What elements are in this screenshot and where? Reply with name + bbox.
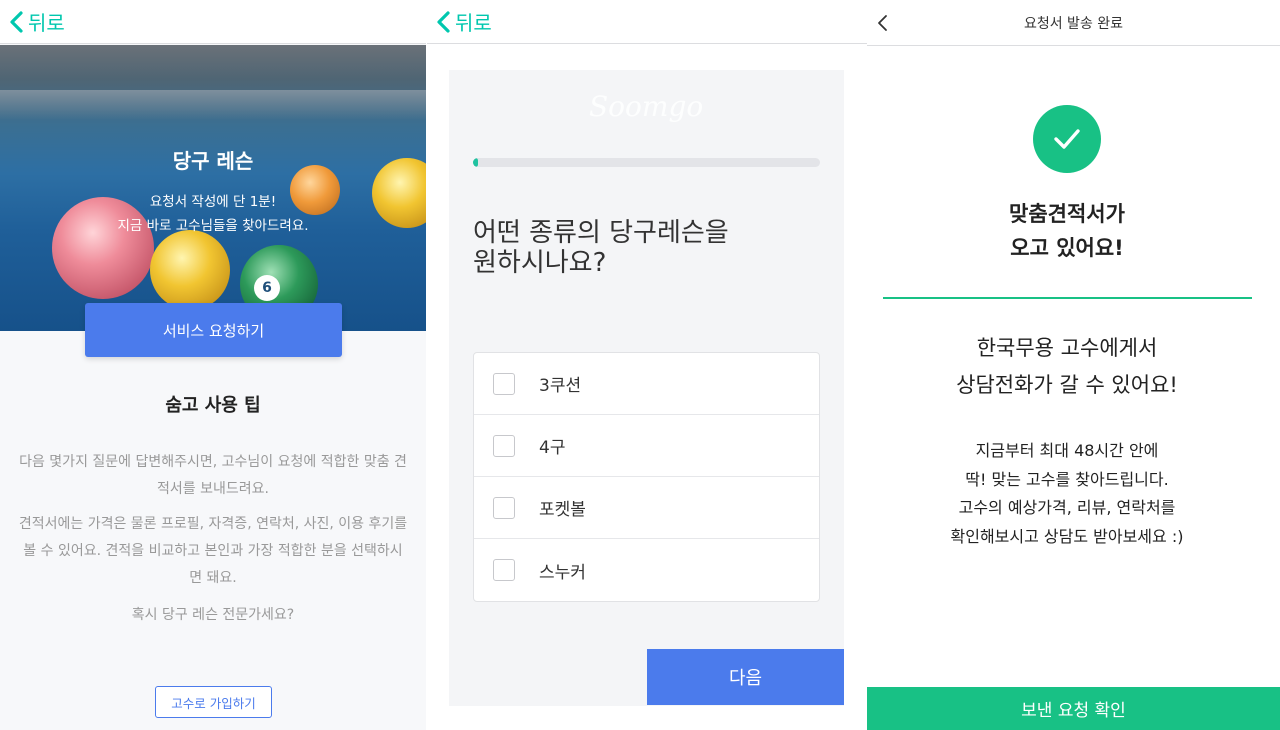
- chevron-left-icon: [437, 10, 450, 33]
- option-label: 4구: [539, 438, 566, 458]
- request-service-button[interactable]: 서비스 요청하기: [85, 303, 342, 357]
- next-button[interactable]: 다음: [647, 649, 844, 705]
- request-complete-screen: 요청서 발송 완료 맞춤견적서가 오고 있어요! 한국무용 고수에게서 상담전화…: [867, 0, 1280, 730]
- hero-subtitle-line: 요청서 작성에 단 1분!: [149, 194, 277, 210]
- notice-line: 상담전화가 갈 수 있어요!: [956, 373, 1178, 397]
- detail-text: 지금부터 최대 48시간 안에 딱! 맞는 고수를 찾아드립니다. 고수의 예상…: [867, 437, 1267, 551]
- question-screen: 뒤로 Soomgo 어떤 종류의 당구레슨을 원하시나요? 3쿠션 4구 포켓볼: [427, 0, 867, 730]
- option-row[interactable]: 포켓볼: [474, 477, 819, 539]
- option-label: 스누커: [539, 562, 586, 583]
- option-row[interactable]: 스누커: [474, 539, 819, 601]
- detail-line: 지금부터 최대 48시간 안에: [975, 441, 1159, 460]
- soomgo-watermark: Soomgo: [589, 90, 704, 123]
- checkbox[interactable]: [493, 372, 515, 395]
- done-title: 맞춤견적서가 오고 있어요!: [867, 197, 1267, 265]
- done-title-line: 오고 있어요!: [1010, 236, 1124, 260]
- pro-prompt: 혹시 당구 레슨 전문가세요?: [131, 607, 295, 623]
- notice-line: 한국무용 고수에게서: [976, 336, 1158, 360]
- hero-subtitle-line: 지금 바로 고수님들을 찾아드려요.: [117, 218, 309, 234]
- checkbox[interactable]: [493, 496, 515, 519]
- top-bar: 뒤로: [0, 0, 426, 44]
- checkbox[interactable]: [493, 434, 515, 457]
- progress-bar: [473, 158, 820, 167]
- notice-text: 한국무용 고수에게서 상담전화가 갈 수 있어요!: [867, 330, 1267, 404]
- top-bar: 요청서 발송 완료: [867, 0, 1280, 46]
- ball-number: 6: [254, 275, 280, 301]
- detail-line: 고수의 예상가격, 리뷰, 연락처를: [958, 498, 1176, 517]
- hero-image-ball: [150, 230, 230, 310]
- tips-paragraph: 다음 몇가지 질문에 답변해주시면, 고수님이 요청에 적합한 맞춤 견적서를 …: [19, 454, 407, 497]
- tips-title: 숨고 사용 팁: [165, 395, 261, 416]
- question-line: 원하시나요?: [473, 248, 607, 278]
- hero-subtitle: 요청서 작성에 단 1분! 지금 바로 고수님들을 찾아드려요.: [0, 190, 426, 238]
- back-button[interactable]: 뒤로: [8, 7, 65, 36]
- option-label: 포켓볼: [539, 500, 586, 520]
- check-icon: [1054, 129, 1080, 149]
- option-label: 3쿠션: [539, 376, 582, 396]
- question-card: Soomgo 어떤 종류의 당구레슨을 원하시나요? 3쿠션 4구 포켓볼 스누…: [449, 70, 844, 706]
- view-sent-request-button[interactable]: 보낸 요청 확인: [867, 687, 1280, 730]
- detail-line: 딱! 맞는 고수를 찾아드립니다.: [965, 469, 1169, 489]
- page-title: 요청서 발송 완료: [1023, 15, 1124, 32]
- hero-banner: 6 당구 레슨 요청서 작성에 단 1분! 지금 바로 고수님들을 찾아드려요.: [0, 45, 426, 331]
- divider: [883, 297, 1252, 299]
- tips-paragraph: 견적서에는 가격은 물론 프로필, 자격증, 연락처, 사진, 이용 후기를 볼…: [18, 516, 408, 586]
- question-text: 어떤 종류의 당구레슨을 원하시나요?: [473, 218, 803, 278]
- hero-title: 당구 레슨: [172, 149, 254, 173]
- chevron-left-icon[interactable]: [873, 12, 893, 34]
- option-row[interactable]: 3쿠션: [474, 353, 819, 415]
- success-badge: [1033, 105, 1101, 173]
- chevron-left-icon: [10, 10, 23, 33]
- back-button[interactable]: 뒤로: [435, 7, 492, 36]
- join-as-pro-button[interactable]: 고수로 가입하기: [155, 686, 272, 718]
- back-label: 뒤로: [28, 11, 65, 35]
- top-bar: 뒤로: [427, 0, 867, 44]
- options-list: 3쿠션 4구 포켓볼 스누커: [473, 352, 820, 602]
- back-label: 뒤로: [455, 11, 492, 35]
- checkbox[interactable]: [493, 559, 515, 581]
- progress-fill: [473, 158, 478, 167]
- service-intro-screen: 뒤로 6 당구 레슨 요청서 작성에 단 1분! 지금 바로 고수님들을 찾아드…: [0, 0, 426, 730]
- option-row[interactable]: 4구: [474, 415, 819, 477]
- question-line: 어떤 종류의 당구레슨을: [473, 218, 729, 248]
- detail-line: 확인해보시고 상담도 받아보세요 :): [950, 526, 1184, 546]
- done-title-line: 맞춤견적서가: [1009, 202, 1125, 226]
- hero-image-table-edge: [0, 90, 426, 120]
